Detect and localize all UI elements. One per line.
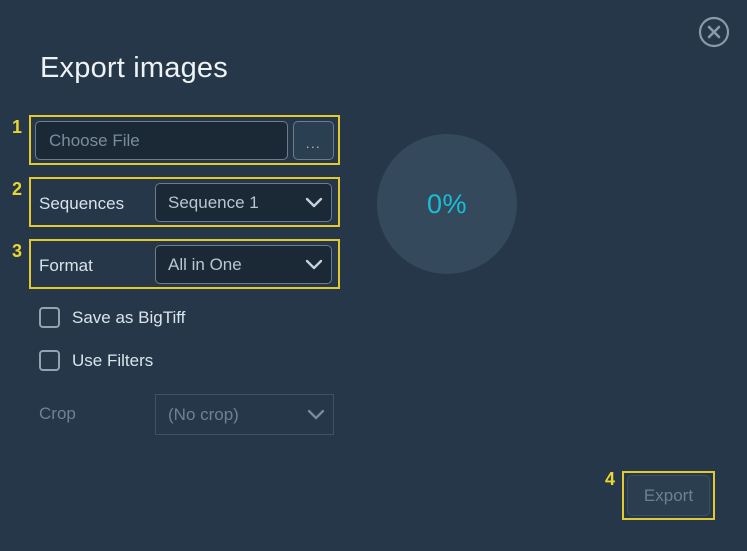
close-button[interactable] [698, 16, 730, 48]
step-marker-4: 4 [605, 470, 615, 488]
checkbox-use-filters[interactable]: Use Filters [39, 350, 153, 371]
step-marker-3: 3 [12, 242, 22, 260]
checkbox-box[interactable] [39, 307, 60, 328]
file-path-placeholder: Choose File [36, 131, 140, 151]
format-select[interactable]: All in One [155, 245, 332, 284]
format-label: Format [39, 256, 93, 276]
file-path-input[interactable]: Choose File [35, 121, 288, 160]
step-marker-2: 2 [12, 180, 22, 198]
sequences-select-value: Sequence 1 [156, 193, 297, 213]
close-circle-icon [698, 16, 730, 48]
checkbox-box[interactable] [39, 350, 60, 371]
page-title: Export images [40, 52, 228, 85]
sequences-select[interactable]: Sequence 1 [155, 183, 332, 222]
export-button[interactable]: Export [627, 475, 710, 516]
crop-select: (No crop) [155, 394, 334, 435]
chevron-down-icon [299, 409, 333, 421]
export-button-label: Export [644, 486, 693, 506]
crop-label: Crop [39, 404, 76, 424]
browse-file-button[interactable]: ... [293, 121, 334, 160]
step-marker-1: 1 [12, 118, 22, 136]
checkbox-label: Save as BigTiff [72, 308, 185, 328]
checkbox-label: Use Filters [72, 351, 153, 371]
chevron-down-icon [297, 259, 331, 271]
checkbox-save-as-bigtiff[interactable]: Save as BigTiff [39, 307, 185, 328]
progress-percent-text: 0% [427, 189, 467, 220]
export-progress-indicator: 0% [377, 134, 517, 274]
sequences-label: Sequences [39, 194, 124, 214]
chevron-down-icon [297, 197, 331, 209]
ellipsis-icon: ... [306, 137, 321, 150]
format-select-value: All in One [156, 255, 297, 275]
crop-select-value: (No crop) [156, 405, 299, 425]
